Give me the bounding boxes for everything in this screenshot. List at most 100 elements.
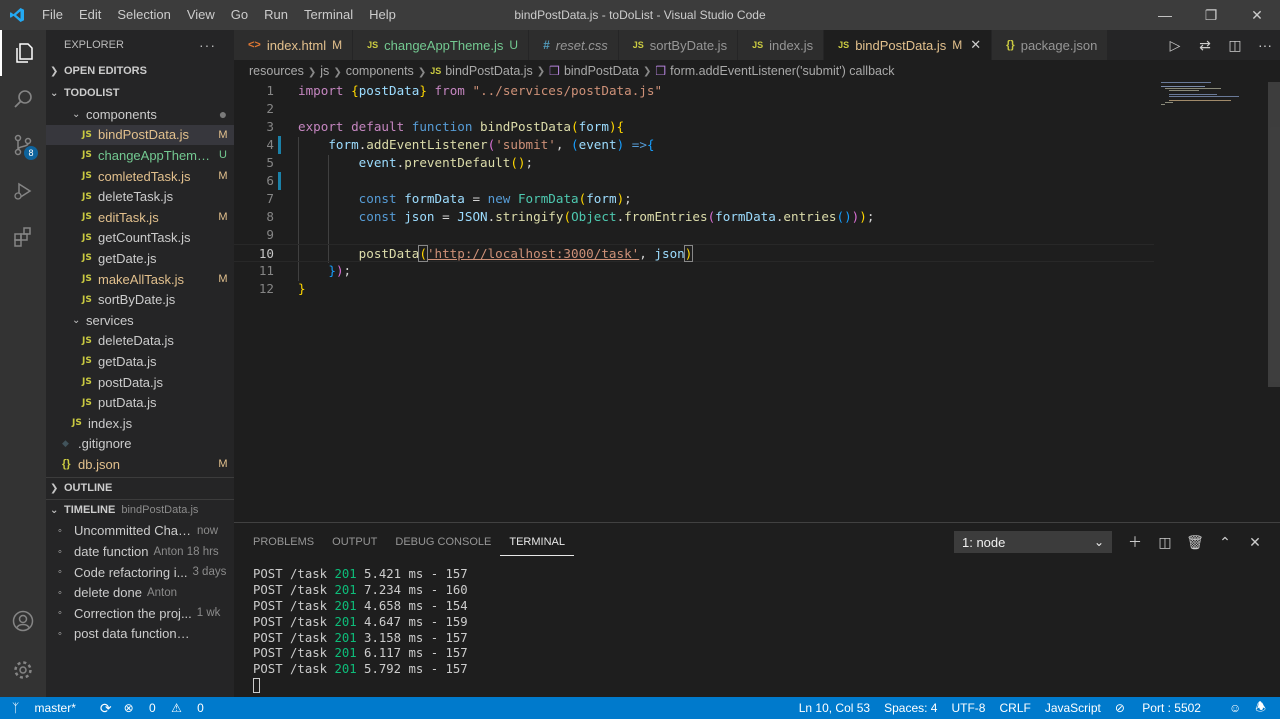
menu-item-edit[interactable]: Edit [71,0,109,30]
close-tab-icon[interactable]: ✕ [970,37,981,53]
explorer-activity-button[interactable] [0,30,46,76]
minimize-button[interactable]: — [1142,0,1188,30]
timeline-item[interactable]: ◦ Uncommitted Chan... now [46,521,234,542]
breadcrumb-folder[interactable]: resources [249,64,304,78]
search-activity-button[interactable] [0,76,46,122]
tree-file[interactable]: JS editTask.js M [46,207,234,228]
close-window-button[interactable]: ✕ [1234,0,1280,30]
source-control-activity-button[interactable]: 8 [0,122,46,168]
timeline-section[interactable]: ⌄ TIMELINE bindPostData.js [46,498,234,521]
new-terminal-icon[interactable]: ＋ [1120,531,1150,553]
run-debug-activity-button[interactable] [0,168,46,214]
live-server-port[interactable]: ⊘ Port : 5502 [1115,701,1215,715]
maximize-button[interactable]: ❐ [1188,0,1234,30]
panel-tab-debug-console[interactable]: DEBUG CONSOLE [386,523,500,561]
code-line[interactable]: 5 event.preventDefault(); [234,154,1154,172]
tree-file[interactable]: JS bindPostData.js M [46,124,234,146]
tree-file[interactable]: JS changeAppTheme... U [46,145,234,166]
tab-package-json[interactable]: {} package.json [992,30,1109,60]
tree-file[interactable]: JS postData.js [46,372,234,393]
indentation[interactable]: Spaces: 4 [884,701,937,715]
scrollbar-thumb[interactable] [1268,82,1280,387]
tree-file[interactable]: JS getDate.js [46,248,234,269]
tree-file[interactable]: JS putData.js [46,392,234,413]
split-editor-icon[interactable]: ◫ [1220,37,1250,54]
language-mode[interactable]: JavaScript [1045,701,1101,715]
terminal-prompt[interactable] [253,678,468,694]
code-line[interactable]: 8 const json = JSON.stringify(Object.fro… [234,208,1154,226]
timeline-item[interactable]: ◦ post data function don... [46,624,234,645]
tab-bindpostdata-js[interactable]: JS bindPostData.js M ✕ [824,30,993,60]
menu-item-help[interactable]: Help [361,0,404,30]
code-line[interactable]: 7 const formData = new FormData(form); [234,190,1154,208]
menu-item-view[interactable]: View [179,0,223,30]
code-line[interactable]: 3 export default function bindPostData(fo… [234,118,1154,136]
maximize-panel-icon[interactable]: ⌃ [1210,531,1240,553]
tree-folder[interactable]: ⌄ components ● [46,104,234,125]
more-actions-icon[interactable]: ··· [1250,37,1280,53]
code-line[interactable]: 4 form.addEventListener('submit', (event… [234,136,1154,154]
timeline-item[interactable]: ◦ Correction the proj... 1 wk [46,603,234,624]
cursor-position[interactable]: Ln 10, Col 53 [799,701,870,715]
more-actions-icon[interactable]: ··· [199,37,216,53]
menu-item-terminal[interactable]: Terminal [296,0,361,30]
tree-file[interactable]: ◆ .gitignore [46,434,234,455]
branch-status[interactable]: ᛉ master* [12,701,88,715]
timeline-item[interactable]: ◦ date function Anton 18 hrs [46,541,234,562]
tree-file[interactable]: JS makeAllTask.js M [46,269,234,290]
breadcrumb-folder[interactable]: js [320,64,329,78]
code-line[interactable]: 2 [234,100,1154,118]
project-section[interactable]: ⌄ TODOLIST [46,82,234,104]
tree-file[interactable]: JS getData.js [46,351,234,372]
breadcrumb-file[interactable]: bindPostData.js [445,64,533,78]
menu-item-file[interactable]: File [34,0,71,30]
tab-changeapptheme-js[interactable]: JS changeAppTheme.js U [353,30,530,60]
compare-changes-icon[interactable]: ⇄ [1190,37,1220,54]
feedback-icon[interactable]: ☺ [1229,701,1241,715]
close-panel-icon[interactable]: ✕ [1240,531,1270,553]
panel-tab-output[interactable]: OUTPUT [323,523,386,561]
sync-icon[interactable]: ⟳ [100,700,112,717]
panel-tab-problems[interactable]: PROBLEMS [244,523,323,561]
code-line[interactable]: 11 }); [234,262,1154,280]
tree-file[interactable]: JS index.js [46,413,234,434]
tree-file[interactable]: {} db.json M [46,454,234,475]
menu-item-run[interactable]: Run [256,0,296,30]
tab-reset-css[interactable]: # reset.css [529,30,619,60]
open-editors-section[interactable]: ❯ OPEN EDITORS [46,60,234,82]
manage-activity-button[interactable] [0,647,46,693]
notifications-icon[interactable]: 🕭 [1255,698,1266,719]
tree-file[interactable]: JS sortByDate.js [46,289,234,310]
code-line[interactable]: 9 [234,226,1154,244]
code-line[interactable]: 1 import {postData} from "../services/pos… [234,82,1154,100]
code-line[interactable]: 10 postData('http://localhost:3000/task'… [234,244,1154,262]
tree-file[interactable]: JS deleteData.js [46,331,234,352]
breadcrumb-folder[interactable]: components [346,64,414,78]
tab-index-js[interactable]: JS index.js [738,30,825,60]
terminal-output[interactable]: POST /task 201 5.421 ms - 157 POST /task … [253,567,468,694]
breadcrumb-callback[interactable]: form.addEventListener('submit') callback [670,64,894,78]
extensions-activity-button[interactable] [0,214,46,260]
timeline-item[interactable]: ◦ Code refactoring i... 3 days [46,562,234,583]
encoding[interactable]: UTF-8 [951,701,985,715]
code-editor[interactable]: 1 import {postData} from "../services/pos… [234,82,1280,522]
menu-item-selection[interactable]: Selection [109,0,178,30]
end-of-line[interactable]: CRLF [999,701,1030,715]
tab-sortbydate-js[interactable]: JS sortByDate.js [618,30,739,60]
terminal-select[interactable]: 1: node ⌄ [954,531,1112,553]
tab-index-html[interactable]: <> index.html M [234,30,354,60]
editor-scrollbar[interactable] [1266,82,1280,522]
tree-folder[interactable]: ⌄ services [46,310,234,331]
outline-section[interactable]: ❯ OUTLINE [46,476,234,499]
tree-file[interactable]: JS comletedTask.js M [46,166,234,187]
panel-tab-terminal[interactable]: TERMINAL [500,528,574,556]
accounts-activity-button[interactable] [0,598,46,644]
code-line[interactable]: 12} [234,280,1154,298]
problems-status[interactable]: ⊗ 0 ⚠ 0 [124,701,216,715]
tree-file[interactable]: JS deleteTask.js [46,186,234,207]
breadcrumb-function[interactable]: bindPostData [564,64,639,78]
menu-item-go[interactable]: Go [223,0,256,30]
split-terminal-icon[interactable]: ◫ [1150,531,1180,553]
trash-icon[interactable]: 🗑 [1180,531,1210,553]
run-icon[interactable]: ▷ [1160,37,1190,54]
